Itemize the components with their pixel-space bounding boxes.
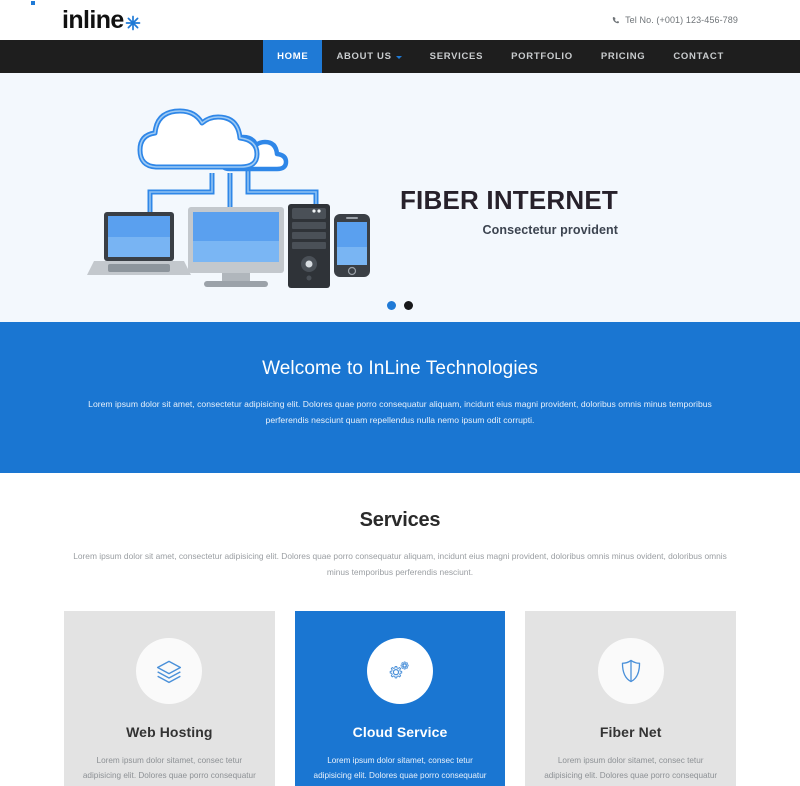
slider-dot-2[interactable] [404, 301, 413, 310]
service-text: Lorem ipsum dolor sitamet, consec tetur … [313, 755, 487, 781]
welcome-paragraph: Lorem ipsum dolor sit amet, consectetur … [88, 399, 712, 425]
contact-text: Tel No. (+001) 123-456-789 [625, 15, 738, 25]
nav-label-home: HOME [277, 51, 309, 62]
nav-item-contact[interactable]: CONTACT [659, 40, 738, 73]
contact-info: Tel No. (+001) 123-456-789 [612, 15, 738, 25]
services-section: Services Lorem ipsum dolor sit amet, con… [0, 473, 800, 581]
asterisk-star-icon [125, 15, 141, 31]
nav-label-services: SERVICES [429, 51, 484, 62]
welcome-heading: Welcome to InLine Technologies [262, 358, 538, 379]
main-navigation: HOME ABOUT US SERVICES PORTFOLIO PRICING… [0, 40, 800, 73]
services-heading: Services [359, 509, 441, 531]
nav-item-portfolio[interactable]: PORTFOLIO [497, 40, 587, 73]
top-bar: inline Tel No. (+001) 123-456-789 [0, 0, 800, 40]
hero-title: FIBER INTERNET [399, 185, 618, 215]
slider-dot-1[interactable] [387, 301, 396, 310]
slider-pagination [0, 301, 800, 310]
service-card-fiber-net[interactable]: Fiber Net Lorem ipsum dolor sitamet, con… [525, 610, 737, 786]
service-card-cloud-service[interactable]: Cloud Service Lorem ipsum dolor sitamet,… [294, 610, 506, 786]
hero-subtitle: Consectetur provident [482, 222, 618, 237]
nav-item-about-us[interactable]: ABOUT US [322, 40, 415, 73]
service-title: Cloud Service [352, 723, 448, 740]
nav-label-about-us: ABOUT US [336, 51, 392, 62]
hero-copy: FIBER INTERNET Consectetur provident [400, 186, 618, 237]
layers-stack-icon [136, 637, 203, 704]
nav-label-contact: CONTACT [673, 51, 724, 62]
service-card-web-hosting[interactable]: Web Hosting Lorem ipsum dolor sitamet, c… [64, 610, 275, 786]
nav-label-pricing: PRICING [600, 51, 646, 62]
services-description: Lorem ipsum dolor sit amet, consectetur … [73, 551, 727, 578]
cloud-computing-devices-illustration [78, 81, 388, 306]
site-logo[interactable]: inline [30, 1, 141, 34]
nav-label-portfolio: PORTFOLIO [511, 51, 573, 62]
hero-slider: FIBER INTERNET Consectetur provident [0, 73, 800, 322]
service-text: Lorem ipsum dolor sitamet, consec tetur … [544, 755, 718, 781]
nav-item-services[interactable]: SERVICES [416, 40, 497, 73]
services-cards: Web Hosting Lorem ipsum dolor sitamet, c… [0, 610, 800, 786]
logo-i-dot [30, 1, 35, 5]
service-text: Lorem ipsum dolor sitamet, consec tetur … [82, 755, 256, 781]
service-title: Fiber Net [599, 723, 662, 740]
chevron-down-icon [395, 55, 402, 59]
gears-cogs-icon [367, 637, 433, 704]
phone-icon [612, 16, 621, 25]
service-title: Web Hosting [126, 723, 213, 740]
shield-icon [597, 637, 664, 704]
logo-text: inline [62, 5, 124, 34]
nav-item-pricing[interactable]: PRICING [587, 40, 660, 73]
welcome-section: Welcome to InLine Technologies Lorem ips… [0, 322, 800, 473]
landing-page: inline Tel No. (+001) 123-456-789 HOME A… [0, 0, 800, 786]
nav-item-home[interactable]: HOME [263, 40, 323, 73]
